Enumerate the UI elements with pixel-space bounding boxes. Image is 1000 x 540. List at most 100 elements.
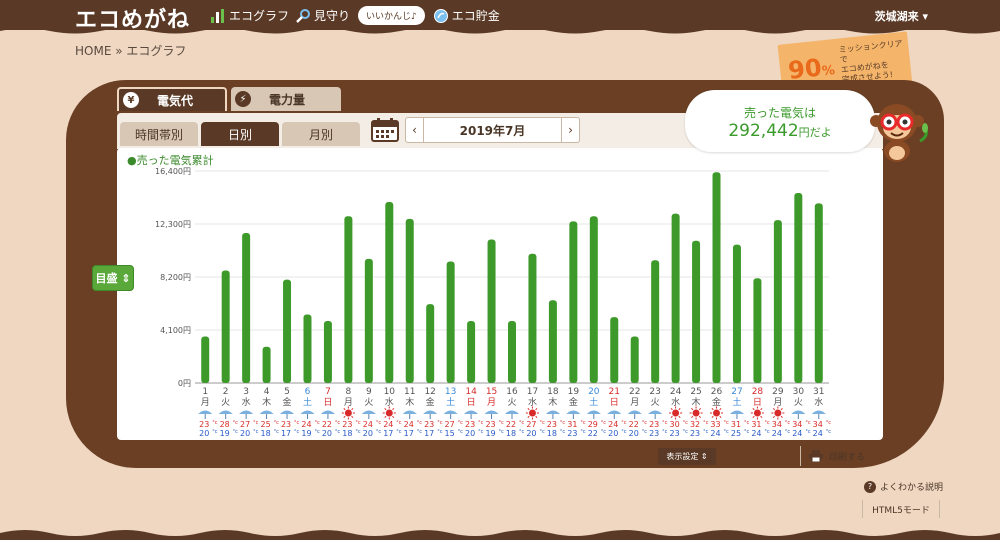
prev-month-button[interactable]: ‹ (406, 118, 424, 142)
display-settings-button[interactable]: 表示設定 ⇕ (658, 448, 716, 465)
x-tick-day: 26 (711, 387, 723, 397)
scale-button[interactable]: 目盛 ⇕ (92, 265, 134, 291)
umbrella-icon (239, 410, 254, 414)
x-tick-weekday: 金 (569, 396, 578, 408)
low-temp-unit: °c (314, 429, 320, 435)
low-temp-label: 24 (772, 429, 782, 438)
main-nav: エコグラフ 見守り いいかんじ♪ エコ貯金 (210, 6, 500, 25)
chart-bar (323, 320, 332, 383)
x-tick-weekday: 月 (201, 397, 210, 408)
x-tick-weekday: 水 (242, 396, 251, 408)
low-temp-unit: °c (253, 429, 259, 435)
sun-ray (698, 415, 702, 418)
low-temp-unit: °c (417, 429, 423, 435)
high-temp-unit: °c (499, 420, 505, 426)
chart-bar (773, 220, 782, 383)
low-temp-unit: °c (539, 429, 545, 435)
low-temp-unit: °c (662, 429, 668, 435)
x-tick-day: 11 (404, 387, 415, 397)
x-tick-weekday: 月 (773, 397, 782, 408)
high-temp-unit: °c (253, 420, 259, 426)
help-link[interactable]: ? よくわかる説明 (864, 480, 943, 493)
sun-ray (711, 408, 714, 411)
umbrella-icon (648, 410, 663, 414)
low-temp-unit: °c (580, 429, 586, 435)
x-tick-day: 1 (202, 387, 208, 397)
high-temp-label: 34 (792, 420, 802, 429)
tab-power-amount[interactable]: ⚡ 電力量 (231, 87, 341, 111)
low-temp-label: 19 (220, 429, 230, 438)
breadcrumb[interactable]: HOME » エコグラフ (75, 42, 186, 59)
x-tick-day: 24 (670, 387, 682, 397)
x-tick-day: 14 (465, 387, 477, 397)
monkey-mascot-icon (870, 104, 928, 162)
yen-icon: ¥ (123, 92, 139, 108)
high-temp-label: 23 (465, 420, 475, 429)
umbrella-icon (361, 410, 376, 414)
high-temp-unit: °c (274, 420, 280, 426)
high-temp-label: 24 (383, 420, 393, 429)
low-temp-unit: °c (458, 429, 464, 435)
calendar-icon[interactable] (370, 117, 400, 143)
high-temp-label: 23 (547, 420, 557, 429)
app-logo[interactable]: エコめがね (75, 2, 190, 34)
html5-mode-button[interactable]: HTML5モード (862, 500, 940, 518)
nav-eco-graph[interactable]: エコグラフ (210, 7, 289, 24)
tab-monthly[interactable]: 月別 (282, 122, 360, 146)
low-temp-label: 18 (342, 429, 352, 438)
printer-icon (809, 450, 823, 462)
umbrella-icon (443, 410, 458, 414)
sun-icon (692, 409, 700, 417)
tab-daily[interactable]: 日別 (201, 122, 279, 146)
x-tick-weekday: 水 (814, 396, 823, 408)
high-temp-label: 27 (240, 420, 250, 429)
summary-label: 売った電気は (743, 106, 816, 120)
chart-bar (426, 304, 435, 383)
x-tick-weekday: 火 (794, 397, 803, 408)
umbrella-icon (464, 410, 479, 414)
nav-mimamori[interactable]: 見守り (295, 7, 350, 24)
y-tick-label: 8,200円 (160, 273, 191, 282)
x-tick-weekday: 火 (221, 397, 230, 408)
chart-bar (692, 240, 701, 383)
x-tick-weekday: 土 (303, 396, 312, 408)
next-month-button[interactable]: › (561, 118, 579, 142)
high-temp-label: 23 (342, 420, 352, 429)
chart-bar (814, 203, 823, 383)
low-temp-label: 23 (670, 429, 680, 438)
low-temp-label: 20 (240, 429, 250, 438)
user-menu[interactable]: 茨城湖来 ▾ (875, 8, 928, 24)
low-temp-unit: °c (785, 429, 791, 435)
chart-bar (589, 216, 598, 383)
low-temp-unit: °c (703, 429, 709, 435)
chart-bar (671, 213, 680, 383)
high-temp-label: 25 (260, 420, 270, 429)
chart-bar (508, 320, 516, 383)
low-temp-unit: °c (499, 429, 505, 435)
chart-bar (548, 300, 557, 383)
low-temp-label: 20 (629, 429, 639, 438)
tab-hourly[interactable]: 時間帯別 (120, 122, 198, 146)
umbrella-icon (484, 410, 499, 414)
sun-ray (752, 415, 755, 418)
chart-bar (528, 253, 537, 383)
high-temp-unit: °c (294, 420, 300, 426)
tab-electricity-cost[interactable]: ¥ 電気代 (117, 87, 227, 111)
main-tabs: ¥ 電気代 ⚡ 電力量 (117, 87, 341, 111)
umbrella-icon (791, 410, 806, 414)
low-temp-unit: °c (724, 429, 730, 435)
nav-eco-savings[interactable]: エコ貯金 (433, 7, 500, 24)
low-temp-label: 23 (649, 429, 659, 438)
low-temp-unit: °c (212, 429, 218, 435)
print-button[interactable]: 印刷する (800, 446, 878, 466)
x-tick-weekday: 木 (548, 396, 557, 408)
sun-ray (535, 415, 538, 418)
x-tick-weekday: 月 (630, 397, 639, 408)
high-temp-unit: °c (355, 420, 361, 426)
sun-ray (719, 415, 722, 418)
high-temp-label: 28 (220, 420, 230, 429)
low-temp-unit: °c (478, 429, 484, 435)
high-temp-label: 24 (363, 420, 373, 429)
high-temp-unit: °c (314, 420, 320, 426)
low-temp-label: 24 (813, 429, 823, 438)
